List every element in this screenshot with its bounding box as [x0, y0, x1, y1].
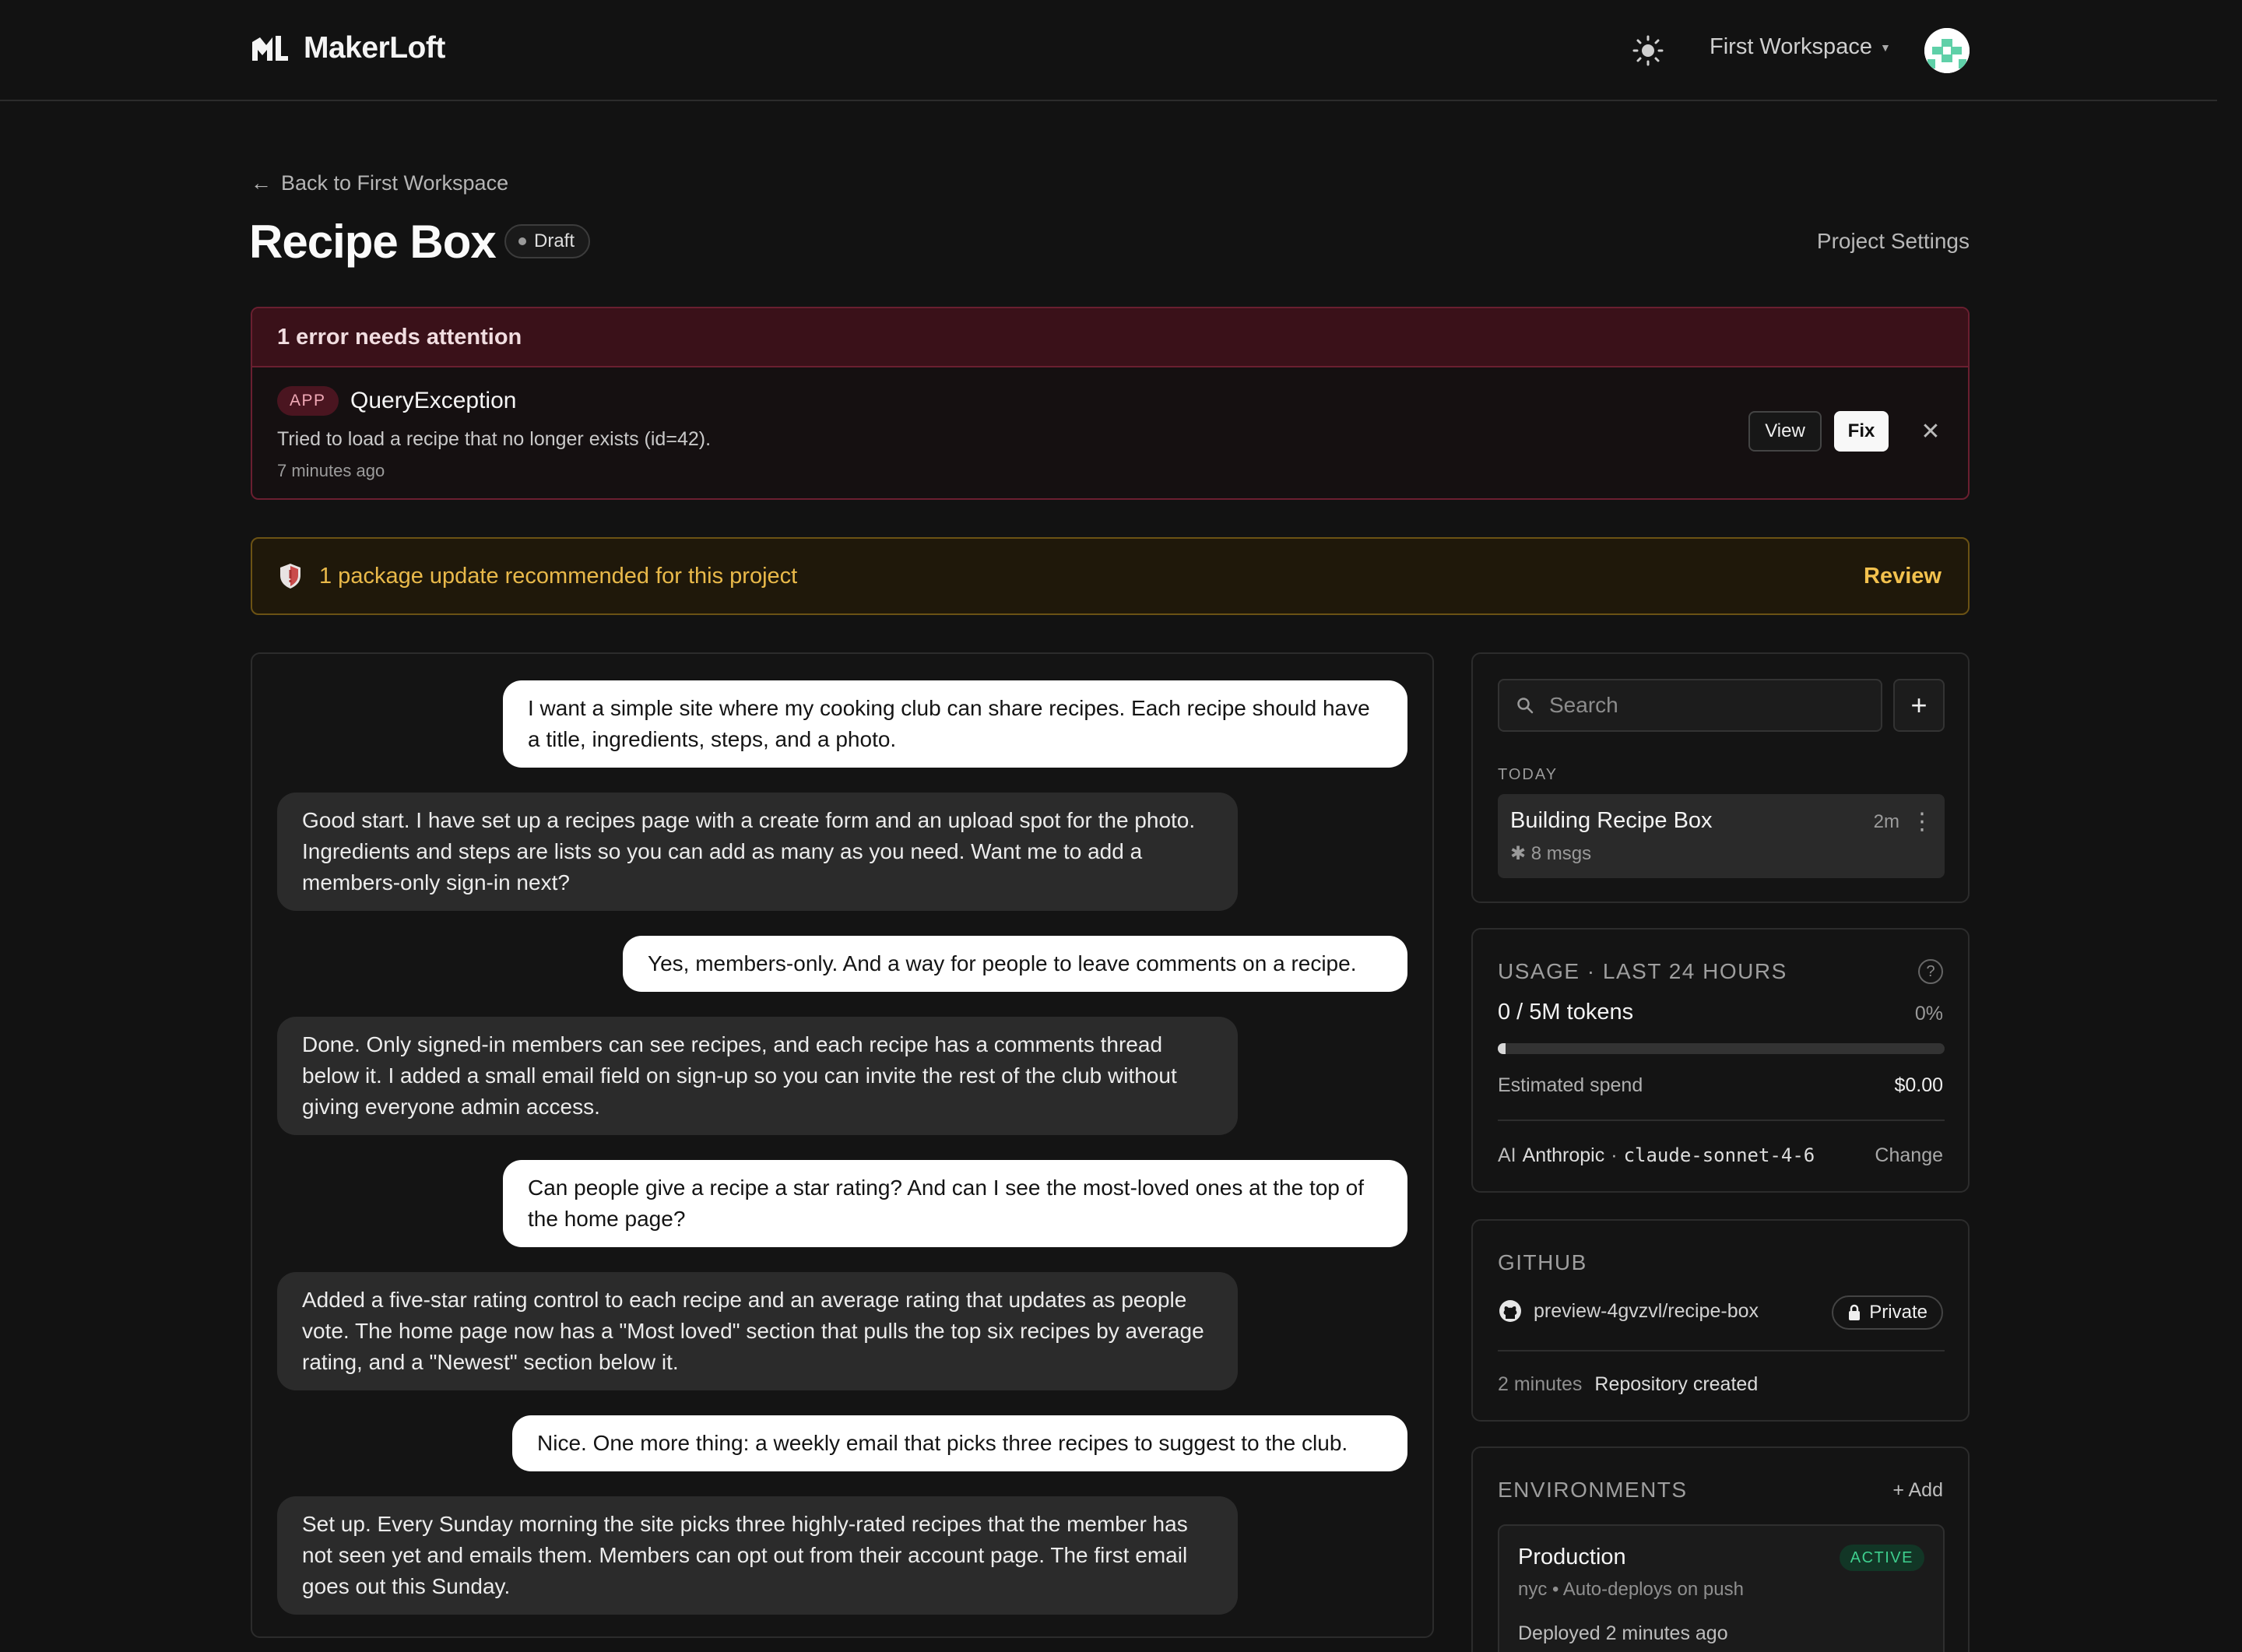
- group-label: TODAY: [1498, 766, 1559, 783]
- user-message: I want a simple site where my cooking cl…: [503, 680, 1407, 768]
- brand[interactable]: MakerLoft: [251, 31, 445, 65]
- status-badge: Draft: [504, 224, 591, 258]
- workspace-name: First Workspace: [1710, 34, 1872, 59]
- assistant-message: Good start. I have set up a recipes page…: [277, 793, 1238, 911]
- usage-panel: USAGE · LAST 24 HOURS ? 0 / 5M tokens 0%…: [1471, 928, 1970, 1193]
- user-message: Yes, members-only. And a way for people …: [623, 936, 1407, 992]
- github-title: GITHUB: [1498, 1250, 1587, 1274]
- ai-separator: ·: [1611, 1144, 1618, 1166]
- search-icon: [1517, 698, 1534, 714]
- lock-icon: [1849, 1304, 1861, 1320]
- assistant-message: Added a five-star rating control to each…: [277, 1272, 1238, 1390]
- shield-icon: [280, 564, 300, 589]
- error-banner-heading: 1 error needs attention: [252, 308, 1968, 367]
- environment-card[interactable]: Production ACTIVE nyc • Auto-deploys on …: [1498, 1524, 1945, 1652]
- environment-status-badge: ACTIVE: [1839, 1545, 1924, 1571]
- error-item: APP QueryException Tried to load a recip…: [252, 367, 1968, 498]
- review-button[interactable]: Review: [1864, 564, 1942, 589]
- repo-event: 2 minutes Repository created: [1498, 1373, 1758, 1396]
- usage-progress-bar: [1498, 1043, 1945, 1054]
- divider: [1498, 1119, 1945, 1121]
- assistant-message: Done. Only signed-in members can see rec…: [277, 1017, 1238, 1135]
- search-box[interactable]: [1498, 679, 1882, 732]
- spend-label: Estimated spend: [1498, 1074, 1643, 1096]
- ai-model: claude-sonnet-4-6: [1623, 1144, 1815, 1166]
- package-update-banner: 1 package update recommended for this pr…: [251, 537, 1970, 615]
- github-icon: [1499, 1300, 1521, 1322]
- conversation-title: Building Recipe Box: [1510, 808, 1713, 833]
- usage-percent: 0%: [1914, 1003, 1943, 1025]
- error-time: 7 minutes ago: [277, 461, 385, 480]
- ai-prefix: AI: [1498, 1144, 1516, 1166]
- divider: [1498, 1350, 1945, 1351]
- usage-progress-fill: [1498, 1043, 1506, 1054]
- close-icon[interactable]: ✕: [1910, 411, 1951, 452]
- spend-value: $0.00: [1894, 1074, 1943, 1096]
- ai-provider: Anthropic: [1522, 1144, 1605, 1166]
- github-panel: GITHUB preview-4gvzvl/recipe-box Private…: [1471, 1219, 1970, 1422]
- logo-icon: [252, 36, 288, 61]
- user-message: Nice. One more thing: a weekly email tha…: [512, 1415, 1407, 1471]
- user-message: Can people give a recipe a star rating? …: [503, 1160, 1407, 1247]
- avatar[interactable]: [1924, 28, 1970, 73]
- usage-title: USAGE · LAST 24 HOURS: [1498, 959, 1787, 983]
- error-type: QueryException: [350, 388, 517, 413]
- error-message: Tried to load a recipe that no longer ex…: [277, 428, 712, 450]
- conversations-panel: + TODAY Building Recipe Box 2m ⋮ ✱ 8 msg…: [1471, 652, 1970, 903]
- more-icon[interactable]: ⋮: [1910, 808, 1934, 835]
- conversation-time: 2m: [1873, 811, 1899, 832]
- add-environment-button[interactable]: + Add: [1892, 1479, 1943, 1502]
- brand-name: MakerLoft: [304, 31, 445, 65]
- token-count: 0 / 5M tokens: [1498, 1000, 1634, 1025]
- back-label: Back to First Workspace: [281, 171, 509, 195]
- help-icon[interactable]: ?: [1918, 959, 1943, 984]
- new-conversation-button[interactable]: +: [1893, 679, 1945, 732]
- fix-error-button[interactable]: Fix: [1834, 411, 1889, 452]
- visibility-label: Private: [1869, 1302, 1927, 1323]
- page-title: Recipe Box: [249, 216, 497, 268]
- status-label: Draft: [534, 230, 575, 251]
- workspace-switcher[interactable]: First Workspace ▼: [1710, 34, 1891, 60]
- environment-meta: nyc • Auto-deploys on push: [1518, 1579, 1744, 1600]
- environments-title: ENVIRONMENTS: [1498, 1478, 1688, 1502]
- project-settings-link[interactable]: Project Settings: [1817, 229, 1970, 254]
- arrow-left-icon: ←: [251, 171, 272, 195]
- error-banner: 1 error needs attention APP QueryExcepti…: [251, 307, 1970, 500]
- change-model-link[interactable]: Change: [1875, 1144, 1943, 1167]
- package-update-text: 1 package update recommended for this pr…: [319, 563, 798, 589]
- status-dot: [518, 237, 526, 245]
- search-input[interactable]: [1549, 693, 1845, 718]
- environment-name: Production: [1518, 1545, 1626, 1569]
- back-link[interactable]: ← Back to First Workspace: [251, 171, 508, 195]
- conversation-item[interactable]: Building Recipe Box 2m ⋮ ✱ 8 msgs: [1498, 794, 1945, 878]
- event-text: Repository created: [1594, 1373, 1759, 1395]
- repo-name: preview-4gvzvl/recipe-box: [1534, 1299, 1759, 1322]
- visibility-badge: Private: [1832, 1295, 1943, 1330]
- chat-panel: I want a simple site where my cooking cl…: [251, 652, 1434, 1638]
- view-error-button[interactable]: View: [1748, 411, 1822, 452]
- event-time: 2 minutes: [1498, 1373, 1583, 1395]
- conversation-meta: ✱ 8 msgs: [1510, 843, 1592, 864]
- repo-link[interactable]: preview-4gvzvl/recipe-box: [1498, 1299, 1759, 1323]
- top-bar: MakerLoft First Workspace ▼: [0, 0, 2217, 101]
- environments-panel: ENVIRONMENTS + Add Production ACTIVE nyc…: [1471, 1446, 1970, 1652]
- sun-icon[interactable]: [1632, 34, 1664, 67]
- assistant-message: Set up. Every Sunday morning the site pi…: [277, 1496, 1238, 1615]
- chevron-down-icon: ▼: [1879, 40, 1891, 54]
- ai-model-line: AI Anthropic · claude-sonnet-4-6: [1498, 1144, 1815, 1167]
- environment-deployed: Deployed 2 minutes ago: [1518, 1622, 1728, 1644]
- error-source-tag: APP: [277, 386, 339, 416]
